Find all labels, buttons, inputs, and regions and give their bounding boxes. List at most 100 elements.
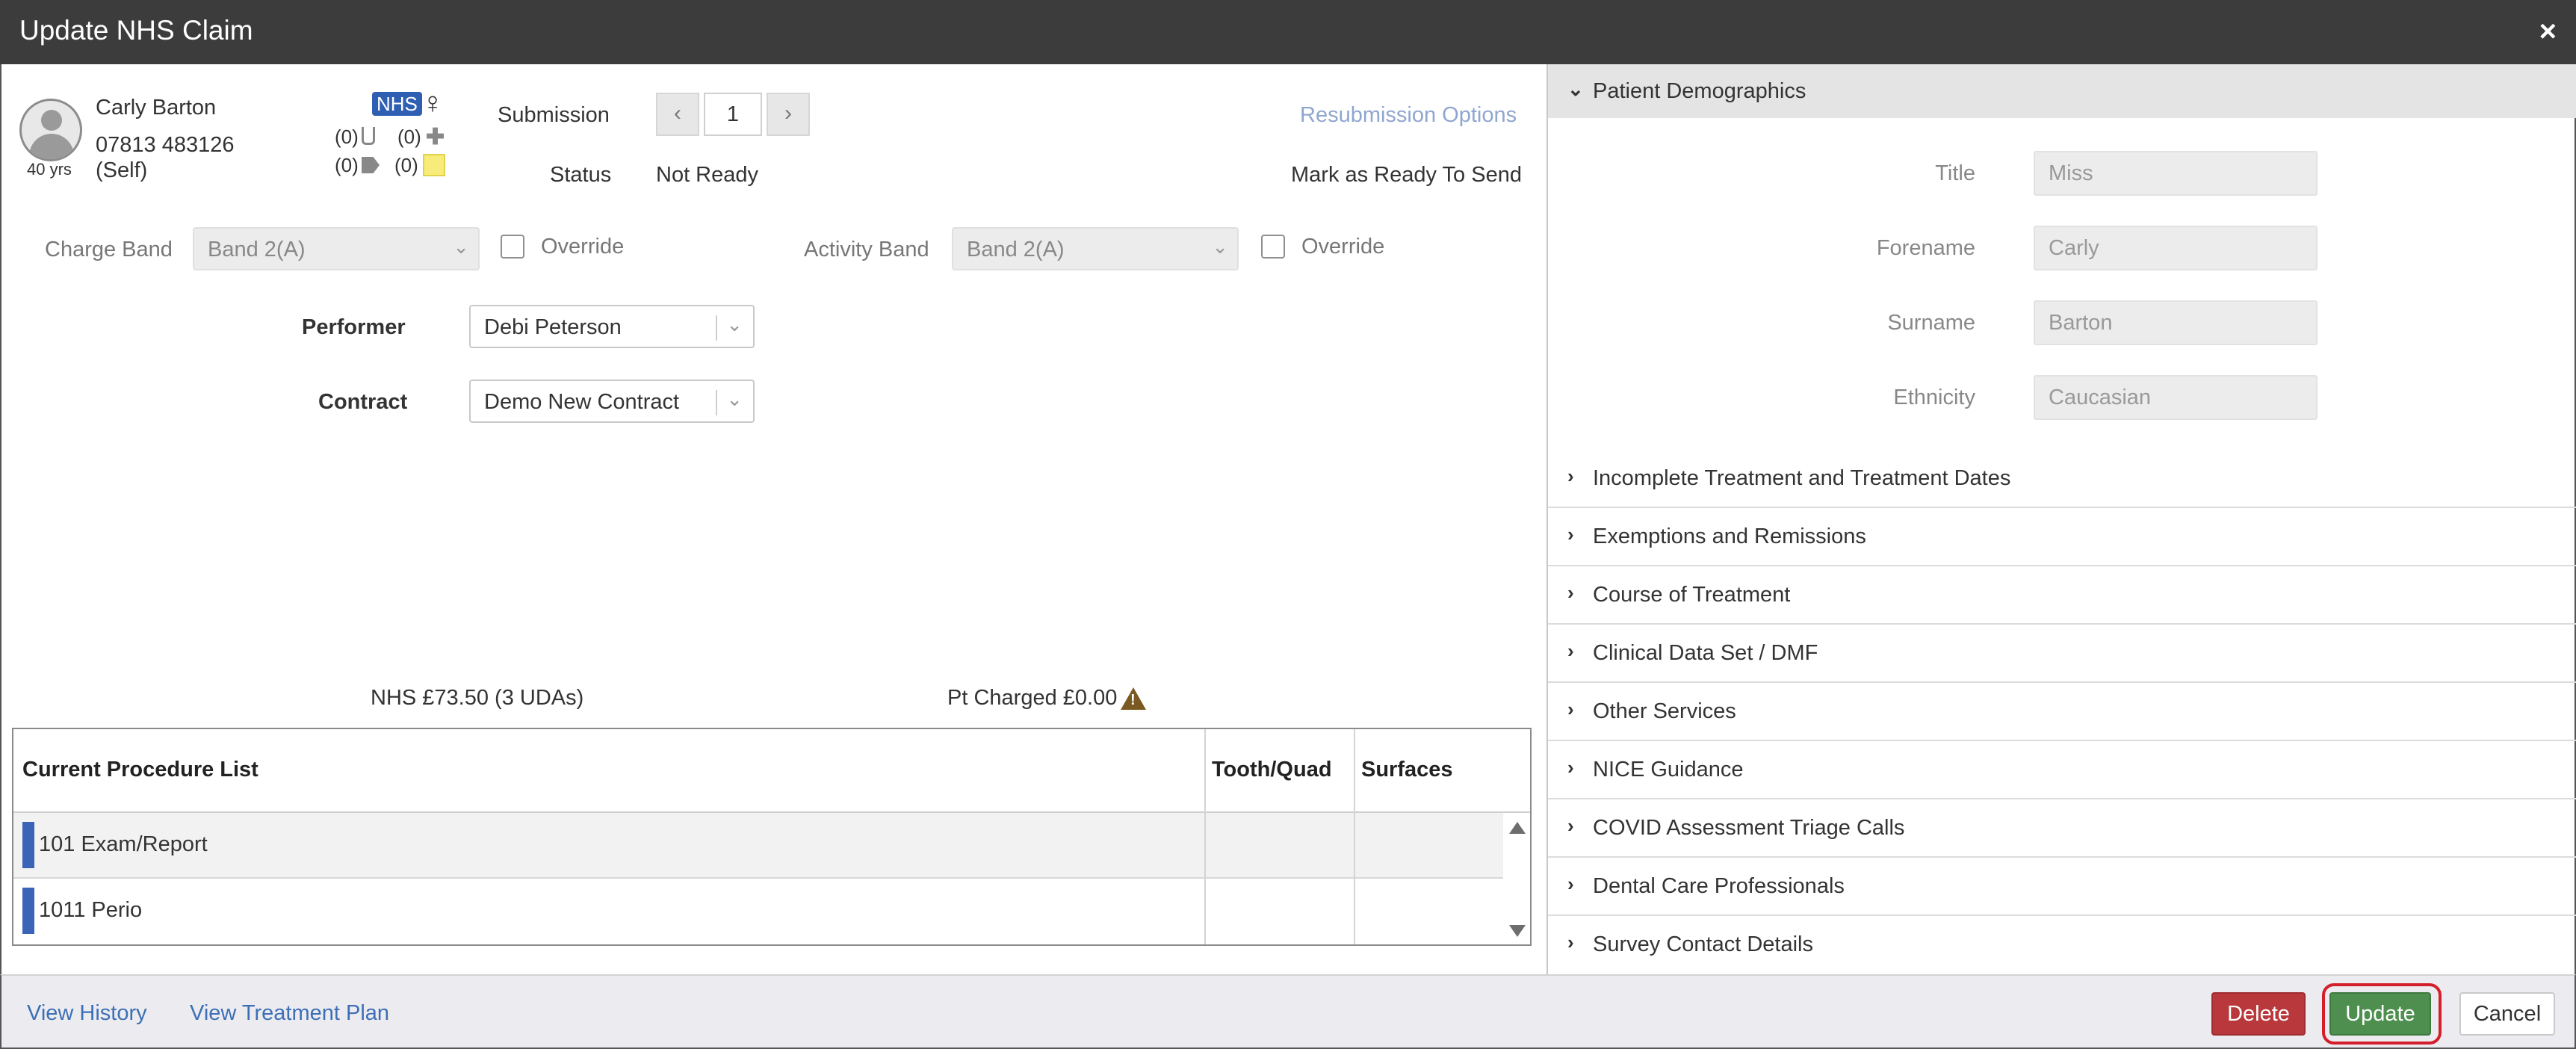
pt-charged: Pt Charged £0.00 xyxy=(947,686,1118,710)
section-title: Clinical Data Set / DMF xyxy=(1593,641,1818,665)
chevron-down-icon: ⌄ xyxy=(1567,78,1584,100)
title-label: Title xyxy=(1935,161,1975,185)
section-title: Patient Demographics xyxy=(1593,79,1806,103)
title-field: Miss xyxy=(2034,151,2318,196)
status-label: Status xyxy=(550,163,612,187)
activity-override-label: Override xyxy=(1301,235,1385,259)
procedure-name: 101 Exam/Report xyxy=(39,832,208,856)
patient-age: 40 yrs xyxy=(27,160,72,179)
surname-field: Barton xyxy=(2034,300,2318,345)
column-divider xyxy=(1354,729,1355,944)
chevron-down-icon: ⌄ xyxy=(726,313,743,335)
update-button[interactable]: Update xyxy=(2329,992,2431,1036)
dialog-footer: View History View Treatment Plan Delete … xyxy=(0,974,2576,1049)
resubmission-options-link[interactable]: Resubmission Options xyxy=(1300,103,1517,128)
procedure-name: 1011 Perio xyxy=(39,898,143,922)
section-clinical-data-set[interactable]: › Clinical Data Set / DMF xyxy=(1548,625,2576,683)
chevron-down-icon: ⌄ xyxy=(726,388,743,410)
close-icon[interactable]: × xyxy=(2539,15,2557,49)
section-course-of-treatment[interactable]: › Course of Treatment xyxy=(1548,566,2576,625)
section-incomplete-treatment[interactable]: › Incomplete Treatment and Treatment Dat… xyxy=(1548,450,2576,508)
section-patient-demographics[interactable]: ⌄ Patient Demographics xyxy=(1548,64,2576,118)
chevron-right-icon: › xyxy=(1567,814,1574,837)
chevron-right-icon: › xyxy=(1567,581,1574,604)
patient-name-link[interactable]: Carly Barton xyxy=(96,96,216,120)
flask-icon xyxy=(362,127,375,145)
section-dental-care-professionals[interactable]: › Dental Care Professionals xyxy=(1548,858,2576,916)
column-header-surfaces: Surfaces xyxy=(1361,758,1453,782)
medical-count[interactable]: (0) xyxy=(397,126,421,149)
nhs-total: NHS £73.50 (3 UDAs) xyxy=(371,686,584,710)
row-color-bar xyxy=(22,822,34,868)
chevron-right-icon: › xyxy=(1567,873,1574,895)
tag-icon xyxy=(362,157,380,173)
notes-count[interactable]: (0) xyxy=(394,154,418,177)
scroll-down-icon xyxy=(1509,925,1526,937)
female-icon: ♀ xyxy=(421,87,444,120)
activity-override-checkbox[interactable] xyxy=(1261,235,1285,259)
avatar xyxy=(19,99,82,161)
table-row[interactable]: 1011 Perio xyxy=(13,879,1503,944)
section-title: Exemptions and Remissions xyxy=(1593,524,1866,548)
contract-select[interactable]: Demo New Contract ⌄ xyxy=(469,380,755,423)
section-title: Course of Treatment xyxy=(1593,583,1791,607)
column-header-procedure: Current Procedure List xyxy=(22,758,258,782)
activity-band-select[interactable]: Band 2(A) ⌄ xyxy=(952,227,1239,270)
patient-relation: (Self) xyxy=(96,158,148,182)
ethnicity-label: Ethnicity xyxy=(1893,386,1975,409)
patient-phone: 07813 483126 xyxy=(96,133,235,157)
forename-field: Carly xyxy=(2034,226,2318,270)
section-title: Survey Contact Details xyxy=(1593,932,1813,956)
section-exemptions[interactable]: › Exemptions and Remissions xyxy=(1548,508,2576,566)
view-treatment-plan-link[interactable]: View Treatment Plan xyxy=(190,1001,389,1026)
charge-override-checkbox[interactable] xyxy=(501,235,524,259)
mark-ready-link[interactable]: Mark as Ready To Send xyxy=(1291,163,1522,188)
charge-band-label: Charge Band xyxy=(45,238,173,262)
scroll-up-icon xyxy=(1509,822,1526,834)
chevron-right-icon: › xyxy=(1567,756,1574,779)
ethnicity-field: Caucasian xyxy=(2034,375,2318,420)
chevron-right-icon: › xyxy=(1567,465,1574,487)
section-nice-guidance[interactable]: › NICE Guidance xyxy=(1548,741,2576,799)
section-title: NICE Guidance xyxy=(1593,758,1744,782)
activity-band-label: Activity Band xyxy=(804,238,929,262)
warning-icon: ! xyxy=(1121,687,1146,710)
chevron-down-icon: ⌄ xyxy=(453,235,469,258)
performer-select[interactable]: Debi Peterson ⌄ xyxy=(469,305,755,348)
lab-count[interactable]: (0) xyxy=(335,126,359,149)
cancel-button[interactable]: Cancel xyxy=(2459,992,2555,1036)
table-scrollbar[interactable] xyxy=(1505,813,1530,944)
section-other-services[interactable]: › Other Services xyxy=(1548,683,2576,741)
submission-label: Submission xyxy=(498,103,610,127)
procedure-table: Current Procedure List Tooth/Quad Surfac… xyxy=(12,728,1532,946)
note-icon xyxy=(423,154,445,176)
section-title: Dental Care Professionals xyxy=(1593,874,1845,898)
charge-override-label: Override xyxy=(541,235,625,259)
claim-sections-pane: ⌄ Patient Demographics Title Miss Forena… xyxy=(1546,64,2576,974)
section-title: COVID Assessment Triage Calls xyxy=(1593,816,1905,840)
column-header-tooth: Tooth/Quad xyxy=(1212,758,1332,782)
submission-number: 1 xyxy=(704,93,762,136)
chevron-right-icon: › xyxy=(1567,698,1574,720)
delete-button[interactable]: Delete xyxy=(2211,992,2306,1036)
medical-cross-icon: ✚ xyxy=(426,125,445,149)
table-row[interactable]: 101 Exam/Report xyxy=(13,813,1503,879)
submission-prev-button[interactable]: ‹ xyxy=(656,93,699,136)
forename-label: Forename xyxy=(1876,236,1975,260)
section-title: Other Services xyxy=(1593,699,1736,723)
chevron-right-icon: › xyxy=(1567,931,1574,953)
tags-count[interactable]: (0) xyxy=(335,154,359,177)
performer-label: Performer xyxy=(302,315,406,339)
charge-band-select[interactable]: Band 2(A) ⌄ xyxy=(193,227,480,270)
view-history-link[interactable]: View History xyxy=(27,1001,147,1026)
row-color-bar xyxy=(22,888,34,934)
dialog-title: Update NHS Claim xyxy=(19,15,253,46)
section-covid-assessment[interactable]: › COVID Assessment Triage Calls xyxy=(1548,799,2576,858)
table-header: Current Procedure List Tooth/Quad Surfac… xyxy=(13,729,1530,813)
chevron-right-icon: › xyxy=(1567,523,1574,545)
section-survey-contact[interactable]: › Survey Contact Details xyxy=(1548,916,2576,974)
status-value: Not Ready xyxy=(656,163,759,187)
submission-next-button[interactable]: › xyxy=(767,93,810,136)
chevron-right-icon: › xyxy=(1567,640,1574,662)
section-title: Incomplete Treatment and Treatment Dates xyxy=(1593,466,2011,490)
